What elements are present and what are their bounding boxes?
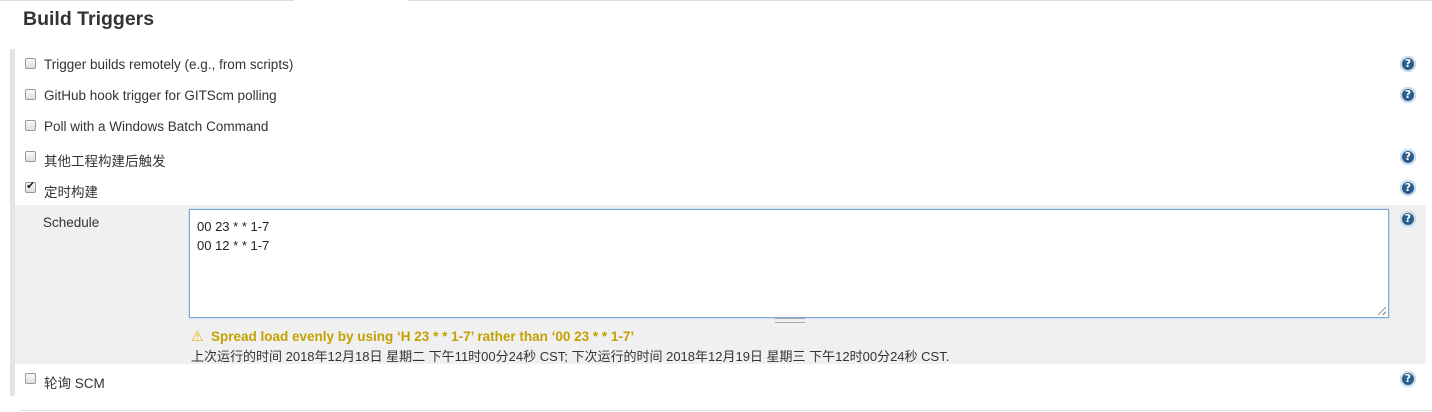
periodic-build-label[interactable]: 定时构建	[44, 181, 98, 201]
trigger-remote-label[interactable]: Trigger builds remotely (e.g., from scri…	[44, 57, 293, 72]
after-other-projects-label[interactable]: 其他工程构建后触发	[44, 150, 166, 170]
resize-handle-icon[interactable]	[1378, 307, 1386, 315]
schedule-run-times: 上次运行的时间 2018年12月18日 星期二 下午11时00分24秒 CST;…	[191, 349, 950, 364]
section-bottom-border	[20, 410, 1432, 411]
top-border-right	[408, 0, 1432, 1]
help-icon[interactable]: ?	[1400, 87, 1416, 103]
trigger-remote-checkbox[interactable]	[25, 58, 36, 69]
schedule-line: 00 23 * * 1-7	[197, 219, 270, 234]
schedule-textarea[interactable]: 00 23 * * 1-7 00 12 * * 1-7	[189, 209, 1389, 318]
schedule-panel: Schedule 00 23 * * 1-7 00 12 * * 1-7 ? ⚠…	[15, 205, 1426, 364]
trigger-row-windows-batch: Poll with a Windows Batch Command	[20, 112, 1432, 142]
schedule-line: 00 12 * * 1-7	[197, 238, 270, 253]
github-hook-label[interactable]: GitHub hook trigger for GITScm polling	[44, 88, 277, 103]
warning-icon: ⚠	[191, 328, 204, 344]
windows-batch-checkbox[interactable]	[25, 120, 36, 131]
trigger-row-remote: Trigger builds remotely (e.g., from scri…	[20, 50, 1432, 80]
textarea-grip-handle[interactable]	[775, 318, 805, 323]
section-title: Build Triggers	[23, 8, 155, 30]
periodic-build-checkbox[interactable]	[25, 179, 36, 193]
schedule-warning: ⚠ Spread load evenly by using ‘H 23 * * 1…	[191, 328, 634, 345]
help-icon[interactable]: ?	[1400, 149, 1416, 165]
help-icon[interactable]: ?	[1400, 211, 1416, 227]
top-border-left	[0, 0, 294, 1]
poll-scm-checkbox[interactable]	[25, 373, 36, 384]
schedule-label: Schedule	[43, 215, 100, 230]
help-icon[interactable]: ?	[1400, 180, 1416, 196]
help-icon[interactable]: ?	[1400, 371, 1416, 387]
github-hook-checkbox[interactable]	[25, 89, 36, 100]
help-icon[interactable]: ?	[1400, 56, 1416, 72]
trigger-row-github-hook: GitHub hook trigger for GITScm polling ?	[20, 81, 1432, 111]
trigger-row-periodic-build: 定时构建 ?	[20, 174, 1432, 204]
trigger-row-after-other-projects: 其他工程构建后触发 ?	[20, 143, 1432, 173]
poll-scm-label[interactable]: 轮询 SCM	[44, 372, 105, 392]
trigger-row-poll-scm: 轮询 SCM ?	[20, 365, 1432, 395]
warning-text: Spread load evenly by using ‘H 23 * * 1-…	[211, 329, 635, 344]
windows-batch-label[interactable]: Poll with a Windows Batch Command	[44, 119, 268, 134]
after-other-projects-checkbox[interactable]	[25, 151, 36, 162]
